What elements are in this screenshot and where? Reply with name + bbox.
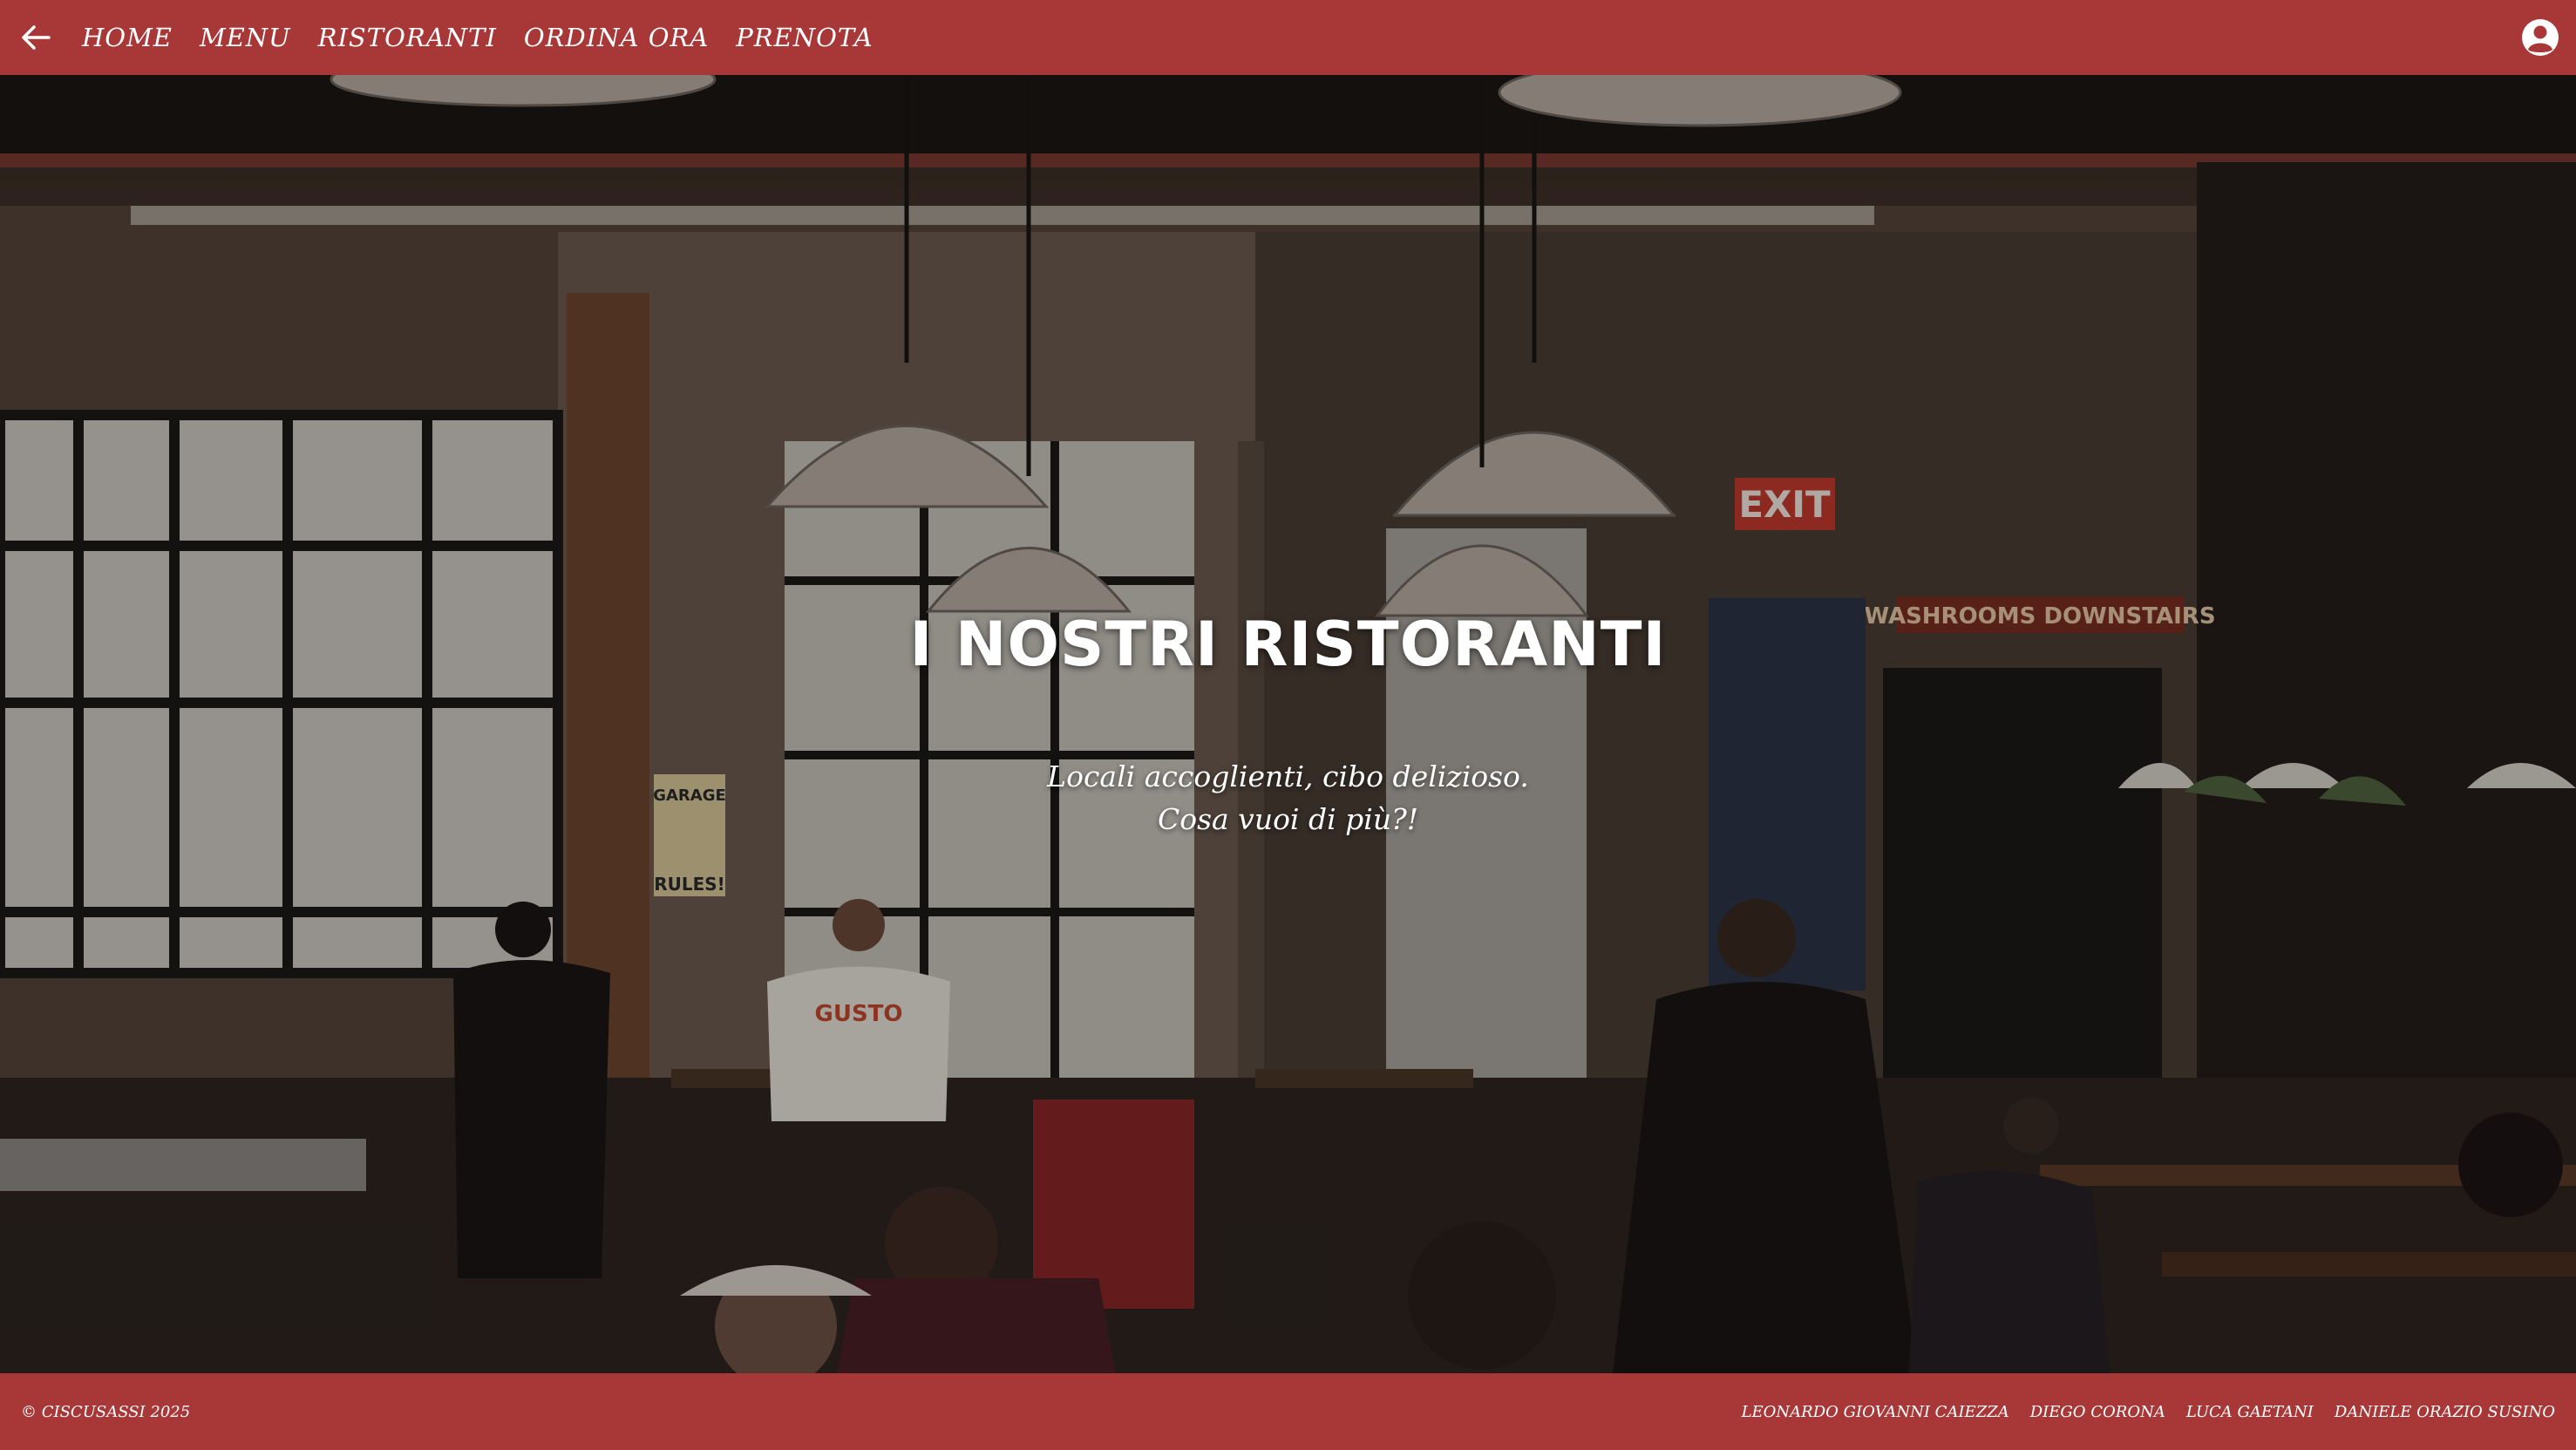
credits-list: LEONARDO GIOVANNI CAIEZZA DIEGO CORONA L… (1742, 1403, 2555, 1421)
nav-prenota-link[interactable]: PRENOTA (736, 23, 873, 52)
hero-dark-overlay (0, 75, 2576, 1373)
credit-name: DANIELE ORAZIO SUSINO (2334, 1402, 2555, 1421)
hero-subtitle-line-1: Locali accoglienti, cibo delizioso. (1047, 759, 1529, 793)
back-button[interactable] (19, 21, 52, 54)
nav-ordina-ora-link[interactable]: ORDINA ORA (524, 23, 709, 52)
credit-name: LEONARDO GIOVANNI CAIEZZA (1741, 1402, 2009, 1421)
page-footer: © CISCUSASSI 2025 LEONARDO GIOVANNI CAIE… (0, 1373, 2576, 1450)
main-nav: HOME MENU RISTORANTI ORDINA ORA PRENOTA (82, 23, 873, 52)
arrow-left-icon (22, 25, 51, 50)
page-title: I NOSTRI RISTORANTI (909, 609, 1667, 680)
credit-name: DIEGO CORONA (2029, 1402, 2165, 1421)
hero-subtitle-line-2: Cosa vuoi di più?! (1157, 802, 1419, 836)
copyright-text: © CISCUSASSI 2025 (21, 1402, 191, 1421)
nav-ristoranti-link[interactable]: RISTORANTI (318, 23, 497, 52)
account-button[interactable] (2520, 17, 2560, 58)
user-circle-icon (2522, 19, 2559, 56)
hero-subtitle: Locali accoglienti, cibo delizioso. Cosa… (0, 755, 2576, 841)
nav-menu-link[interactable]: MENU (200, 23, 291, 52)
top-navbar: HOME MENU RISTORANTI ORDINA ORA PRENOTA (0, 0, 2576, 75)
hero-section: EXIT WASHROOMS DOWNSTAIRS GARAGE RULES! (0, 75, 2576, 1373)
credit-name: LUCA GAETANI (2185, 1402, 2314, 1421)
nav-home-link[interactable]: HOME (82, 23, 173, 52)
